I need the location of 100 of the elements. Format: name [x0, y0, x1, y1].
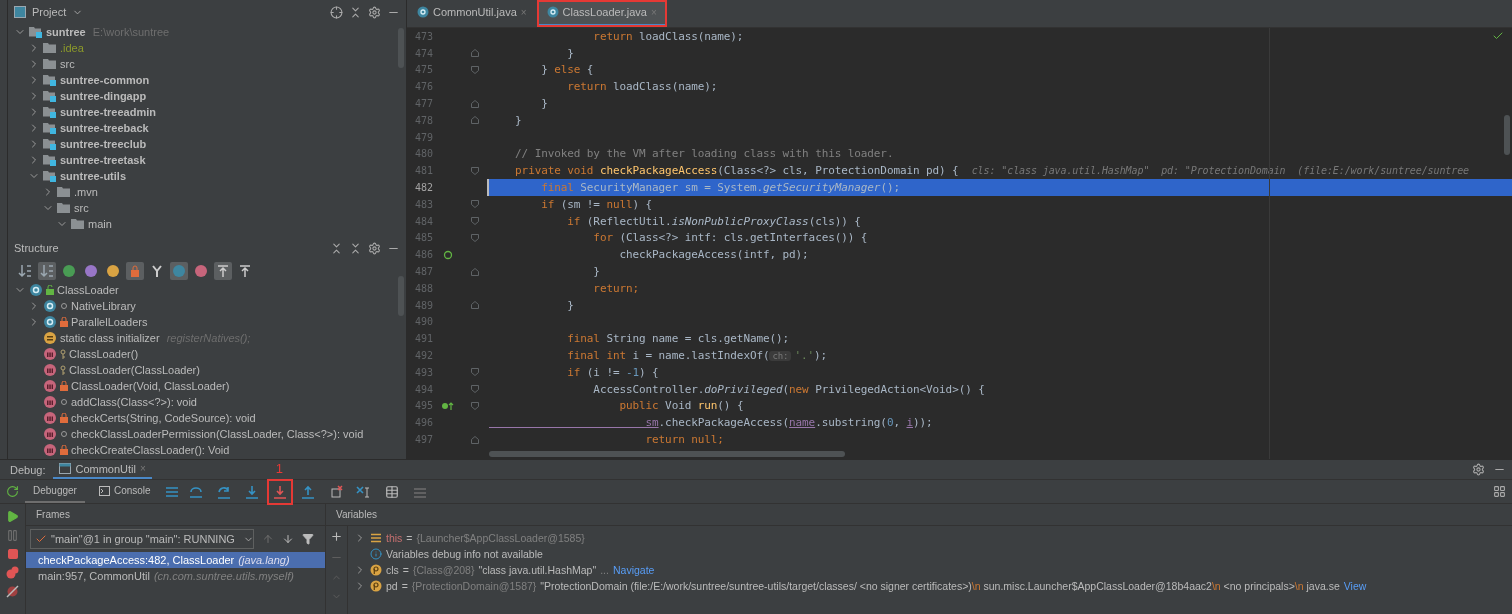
code-line: }: [540, 97, 548, 111]
filter-icon[interactable]: [302, 533, 314, 545]
toolbar-toggle-button[interactable]: [82, 262, 100, 280]
collapse-all-icon[interactable]: [349, 241, 362, 255]
breakpoints-icon[interactable]: [6, 566, 19, 579]
show-execution-point-icon: [187, 484, 204, 499]
settings-icon[interactable]: [1472, 463, 1485, 476]
fold-marker-icon[interactable]: [471, 401, 479, 410]
structure-item-label[interactable]: static class initializer: [60, 332, 160, 344]
code-line: return null;: [644, 433, 724, 446]
tree-item-label[interactable]: suntree-treeclub: [60, 138, 147, 150]
toolbar-toggle-button[interactable]: [192, 262, 210, 280]
fold-marker-icon[interactable]: [471, 49, 479, 58]
toolbar-toggle-button[interactable]: [60, 262, 78, 280]
line-number: 488: [413, 282, 433, 294]
circle-icon: [172, 264, 186, 278]
fold-marker-icon[interactable]: [471, 66, 479, 74]
fold-marker-icon[interactable]: [471, 99, 479, 108]
resume-icon[interactable]: [6, 510, 19, 523]
menu-icon[interactable]: [164, 485, 179, 498]
thread-dropdown[interactable]: "main"@1 in group "main": RUNNING: [30, 529, 254, 549]
toolbar-toggle-button[interactable]: [104, 262, 122, 280]
mute-breakpoints-icon[interactable]: [6, 585, 19, 598]
structure-item-label[interactable]: checkCerts(String, CodeSource): void: [71, 412, 256, 424]
tree-item-label[interactable]: main: [88, 218, 112, 230]
toolbar-toggle-button[interactable]: [214, 262, 232, 280]
fold-marker-icon[interactable]: [471, 368, 479, 377]
rerun-icon[interactable]: [6, 485, 19, 498]
variable-name: this: [386, 532, 403, 544]
stack-frame[interactable]: main:957, CommonUtil (cn.com.suntree.utils.myself): [26, 568, 325, 584]
navigate-link[interactable]: View: [1343, 580, 1367, 592]
toolbar-toggle-button[interactable]: [126, 262, 144, 280]
line-number: 477: [413, 98, 433, 110]
tree-item-label[interactable]: suntree-common: [60, 74, 150, 86]
tree-item-label[interactable]: suntree-treeback: [60, 122, 149, 134]
arrow-up-icon[interactable]: [262, 533, 274, 545]
structure-item-label[interactable]: ParallelLoaders: [71, 316, 148, 328]
structure-item-label[interactable]: NativeLibrary: [71, 300, 136, 312]
code-line: final SecurityManager sm = System.getSecurityManager();: [540, 181, 900, 195]
debug-tab[interactable]: Debugger: [25, 480, 85, 503]
editor-tab[interactable]: CommonUtil.java ×: [407, 0, 537, 27]
structure-item-label[interactable]: checkClassLoaderPermission(ClassLoader, Class<?>): void: [71, 428, 364, 440]
parameter-icon: [370, 564, 382, 576]
collapse-all-icon[interactable]: [349, 5, 362, 19]
lock-icon: [60, 445, 68, 455]
folder-icon: [71, 218, 85, 230]
tree-item-label[interactable]: .mvn: [74, 186, 98, 198]
structure-item-label[interactable]: ClassLoader(ClassLoader): [69, 364, 200, 376]
tree-item-label[interactable]: suntree-treetask: [60, 154, 146, 166]
scrollbar-thumb[interactable]: [1504, 115, 1510, 155]
pause-icon[interactable]: [6, 529, 19, 542]
fold-marker-icon[interactable]: [471, 200, 479, 209]
tree-item-label[interactable]: suntree-treeadmin: [60, 106, 156, 118]
settings-icon[interactable]: [368, 5, 381, 19]
panel-title[interactable]: Project: [32, 6, 67, 18]
variable-name: pd: [386, 580, 398, 592]
toolbar-toggle-button[interactable]: [170, 262, 188, 280]
line-number: 495: [413, 400, 433, 412]
line-number: 476: [413, 81, 433, 93]
line-number: 473: [413, 30, 433, 42]
structure-item-label[interactable]: ClassLoader(Void, ClassLoader): [71, 380, 230, 392]
module-folder-icon: [43, 122, 57, 134]
stack-frame[interactable]: checkPackageAccess:482, ClassLoader (java.lang): [26, 552, 325, 568]
fold-marker-icon[interactable]: [471, 166, 479, 175]
crosshair-icon[interactable]: [330, 5, 343, 19]
debug-tab[interactable]: Console: [90, 480, 159, 503]
editor-tab[interactable]: ClassLoader.java ×: [536, 0, 667, 27]
fold-marker-icon[interactable]: [471, 301, 479, 310]
toolbar-toggle-button[interactable]: [38, 262, 56, 280]
tree-item-label[interactable]: suntree-utils: [60, 170, 126, 182]
folder-icon: [57, 186, 71, 198]
structure-item-label[interactable]: addClass(Class<?>): void: [71, 396, 197, 408]
fold-marker-icon[interactable]: [471, 385, 479, 394]
structure-item-label[interactable]: ClassLoader: [57, 284, 119, 296]
arrow-down-icon[interactable]: [282, 533, 294, 545]
tree-item-label[interactable]: src: [74, 202, 89, 214]
toolbar-toggle-button[interactable]: [16, 262, 34, 280]
tab-label: ClassLoader.java: [562, 6, 647, 18]
structure-item-label[interactable]: checkCreateClassLoader(): Void: [71, 444, 230, 456]
scrollbar-thumb[interactable]: [489, 451, 845, 457]
fold-marker-icon[interactable]: [471, 435, 479, 444]
layout-icon[interactable]: [1493, 485, 1506, 498]
fold-marker-icon[interactable]: [471, 116, 479, 125]
settings-icon[interactable]: [368, 241, 381, 255]
line-number: 482: [413, 182, 433, 194]
console-icon: [98, 485, 110, 496]
add-icon[interactable]: [330, 530, 343, 543]
tree-item-label[interactable]: src: [60, 58, 75, 70]
stop-icon[interactable]: [6, 548, 19, 560]
tree-item-label[interactable]: suntree: [46, 26, 86, 38]
fold-marker-icon[interactable]: [471, 267, 479, 276]
fold-marker-icon[interactable]: [471, 233, 479, 242]
navigate-link[interactable]: Navigate: [612, 564, 655, 576]
expand-all-icon[interactable]: [330, 241, 343, 255]
tree-item-label[interactable]: .idea: [60, 42, 84, 54]
tree-item-label[interactable]: suntree-dingapp: [60, 90, 147, 102]
fold-marker-icon[interactable]: [471, 217, 479, 226]
lines-icon: [370, 533, 382, 543]
session-tab[interactable]: CommonUtil ×: [53, 460, 152, 479]
structure-item-label[interactable]: ClassLoader(): [69, 348, 139, 360]
